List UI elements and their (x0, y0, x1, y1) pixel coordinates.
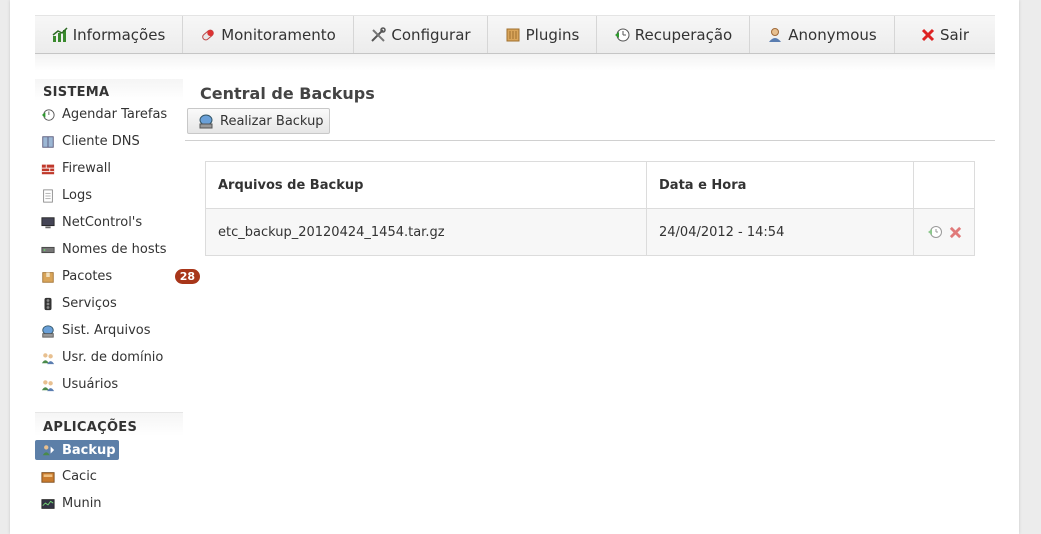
sidebar-item-label: Backup (62, 442, 116, 458)
nav-recuperacao[interactable]: Recuperação (597, 16, 750, 53)
document-icon (40, 188, 56, 204)
sidebar-section-title: SISTEMA (35, 79, 183, 101)
sidebar-section-title: APLICAÇÕES (35, 412, 183, 436)
button-label: Realizar Backup (220, 113, 324, 129)
users-icon (40, 350, 56, 366)
sidebar-item-label: Sist. Arquivos (62, 323, 151, 338)
package-icon (40, 269, 56, 285)
sidebar-item-label: Serviços (62, 296, 117, 311)
disk-icon (40, 323, 56, 339)
nav-label: Plugins (525, 25, 580, 44)
backup-icon (40, 442, 56, 458)
nav-label: Anonymous (788, 25, 877, 44)
page: Informações Monitoramento Configurar Plu… (10, 0, 1019, 534)
table-row: etc_backup_20120424_1454.tar.gz 24/04/20… (205, 208, 975, 256)
nav-label: Monitoramento (221, 25, 336, 44)
column-header: Arquivos de Backup (205, 161, 647, 209)
disk-icon (198, 113, 214, 129)
sidebar-item-sist-arquivos[interactable]: Sist. Arquivos (35, 317, 183, 344)
server-icon (40, 242, 56, 258)
sidebar-item-backup[interactable]: Backup (35, 440, 119, 460)
divider (185, 140, 995, 141)
backup-file-cell: etc_backup_20120424_1454.tar.gz (205, 208, 647, 256)
close-icon (921, 28, 935, 42)
sidebar-item-label: Usuários (62, 377, 119, 392)
sidebar-item-cacic[interactable]: Cacic (35, 463, 183, 490)
nav-label: Informações (72, 25, 166, 44)
column-header (913, 161, 975, 209)
nav-label: Configurar (391, 25, 471, 44)
sidebar-item-servicos[interactable]: Serviços (35, 290, 183, 317)
traffic-light-icon (40, 296, 56, 312)
sidebar-item-label: Agendar Tarefas (62, 107, 168, 122)
count-badge: 28 (174, 269, 200, 284)
sidebar-item-label: Cacic (62, 469, 97, 484)
book-icon (40, 134, 56, 150)
sidebar-item-usr-de-dominio[interactable]: Usr. de domínio (35, 344, 183, 371)
actions-cell (913, 208, 975, 256)
sidebar: SISTEMA Agendar Tarefas Cliente DNS Fire… (35, 79, 200, 517)
sidebar-item-label: Nomes de hosts (62, 242, 167, 257)
sidebar-item-label: Firewall (62, 161, 112, 176)
pill-icon (200, 27, 216, 43)
backup-datetime-cell: 24/04/2012 - 14:54 (646, 208, 914, 256)
delete-icon[interactable] (949, 226, 962, 239)
sidebar-item-firewall[interactable]: Firewall (35, 155, 183, 182)
firewall-icon (40, 161, 56, 177)
chart-icon (52, 26, 68, 43)
restore-icon (614, 27, 630, 43)
drawer-icon (40, 469, 56, 485)
nav-monitoramento[interactable]: Monitoramento (183, 16, 354, 53)
box-icon (505, 27, 521, 43)
sidebar-item-munin[interactable]: Munin (35, 490, 183, 517)
sidebar-item-label: Cliente DNS (62, 134, 140, 149)
page-title: Central de Backups (200, 84, 375, 103)
graph-monitor-icon (40, 496, 56, 512)
clock-icon (40, 107, 56, 123)
sidebar-item-label: Pacotes (62, 269, 113, 284)
sidebar-item-pacotes[interactable]: Pacotes 28 (35, 263, 200, 290)
sidebar-item-label: Munin (62, 496, 102, 511)
backups-table: Arquivos de Backup Data e Hora etc_backu… (205, 161, 975, 256)
sidebar-item-label: Usr. de domínio (62, 350, 164, 365)
sidebar-item-label: NetControl's (62, 215, 143, 230)
nav-label: Recuperação (634, 25, 733, 44)
tools-icon (370, 26, 387, 43)
nav-sair[interactable]: Sair (895, 16, 995, 53)
users-icon (40, 377, 56, 393)
top-navigation: Informações Monitoramento Configurar Plu… (35, 15, 995, 54)
table-header-row: Arquivos de Backup Data e Hora (205, 161, 975, 209)
monitor-icon (40, 215, 56, 231)
nav-configurar[interactable]: Configurar (354, 16, 488, 53)
sidebar-item-usuarios[interactable]: Usuários (35, 371, 183, 398)
sidebar-item-label: Logs (62, 188, 92, 203)
restore-icon[interactable] (927, 224, 943, 240)
nav-user[interactable]: Anonymous (750, 16, 895, 53)
sidebar-item-netcontrols[interactable]: NetControl's (35, 209, 183, 236)
nav-shadow (35, 53, 995, 71)
sidebar-item-cliente-dns[interactable]: Cliente DNS (35, 128, 183, 155)
nav-informacoes[interactable]: Informações (35, 16, 183, 53)
column-header: Data e Hora (646, 161, 914, 209)
user-icon (767, 27, 783, 43)
nav-plugins[interactable]: Plugins (488, 16, 597, 53)
nav-label: Sair (939, 25, 970, 44)
sidebar-item-nomes-de-hosts[interactable]: Nomes de hosts (35, 236, 183, 263)
realizar-backup-button[interactable]: Realizar Backup (187, 108, 330, 134)
sidebar-item-logs[interactable]: Logs (35, 182, 183, 209)
sidebar-item-agendar-tarefas[interactable]: Agendar Tarefas (35, 101, 183, 128)
